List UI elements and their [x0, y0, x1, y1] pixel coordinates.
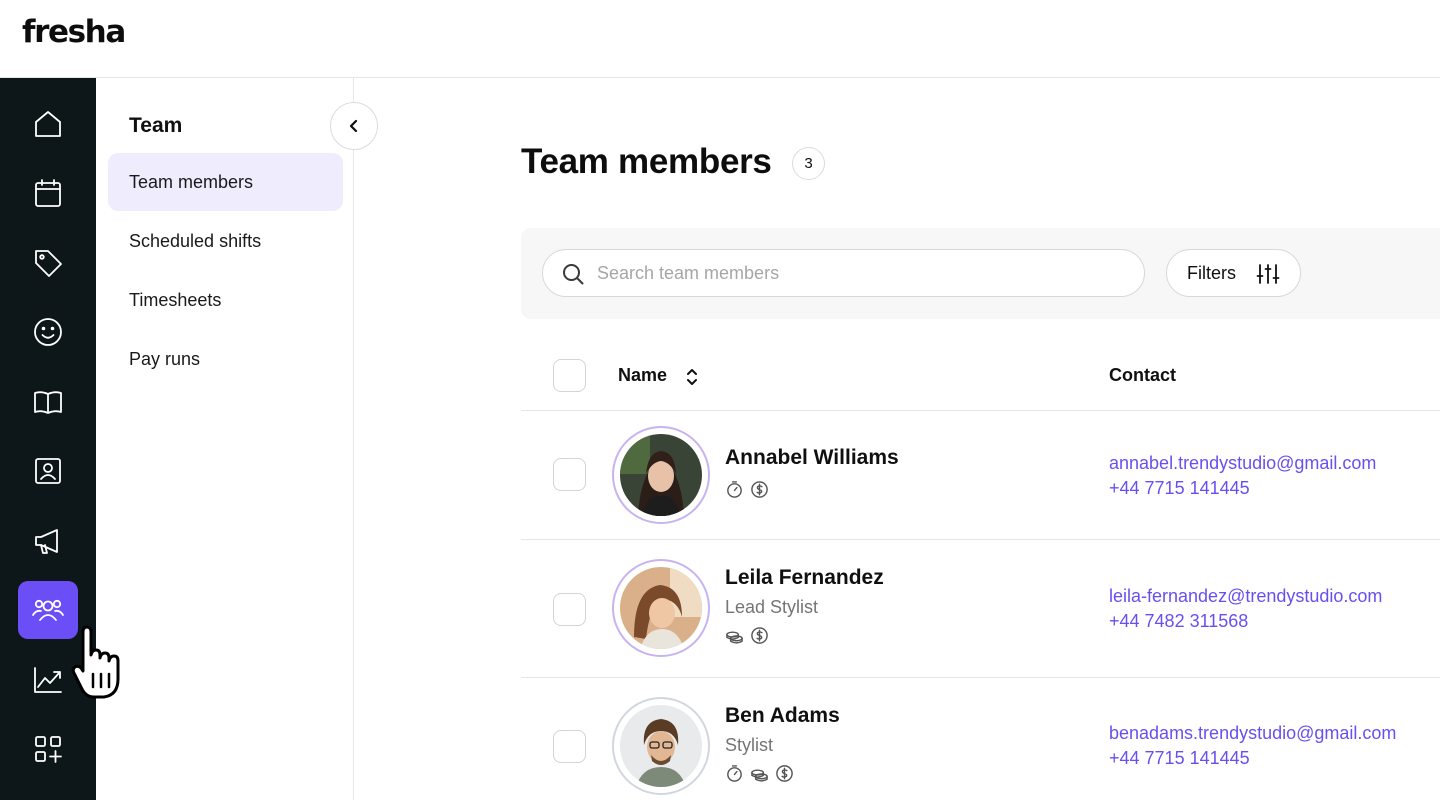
avatar-photo — [620, 567, 702, 649]
member-role: Stylist — [725, 735, 774, 755]
avatar-photo — [620, 705, 702, 787]
toolbar: Filters — [521, 228, 1440, 319]
contact-card-icon — [35, 458, 61, 484]
filters-button[interactable]: Filters — [1166, 249, 1301, 297]
row-checkbox[interactable] — [553, 730, 586, 763]
search-icon — [563, 264, 584, 285]
nav-clients-button[interactable] — [18, 303, 78, 361]
avatar — [612, 559, 710, 657]
chevron-left-icon — [349, 119, 358, 133]
nav-marketing-button[interactable] — [18, 512, 78, 570]
table-header: Name Contact — [521, 340, 1440, 411]
member-name[interactable]: Annabel Williams — [725, 446, 899, 470]
megaphone-icon — [35, 529, 58, 554]
home-icon — [35, 111, 61, 137]
nav-sales-button[interactable] — [18, 234, 78, 292]
subnav-item-label: Timesheets — [129, 289, 222, 310]
timer-icon — [727, 765, 742, 782]
hand-cursor-icon — [71, 625, 120, 699]
subnav-item-label: Team members — [129, 171, 254, 192]
avatar-photo — [620, 434, 702, 516]
chart-icon — [34, 667, 62, 693]
row-checkbox[interactable] — [553, 593, 586, 626]
collapse-sidebar-button[interactable] — [330, 102, 378, 150]
table-row[interactable]: Leila Fernandez Lead Stylist leila-ferna… — [521, 540, 1440, 678]
subnav-item-pay-runs[interactable]: Pay runs — [108, 330, 343, 388]
tag-icon — [35, 250, 62, 277]
sort-icon[interactable] — [683, 366, 701, 388]
calendar-icon — [35, 179, 61, 207]
select-all-checkbox[interactable] — [553, 359, 586, 392]
table-row[interactable]: Annabel Williams annabel.trendystudio@gm… — [521, 411, 1440, 540]
nav-contacts-button[interactable] — [18, 442, 78, 500]
sliders-icon — [1256, 264, 1280, 284]
apps-add-icon — [35, 736, 62, 763]
subnav-item-label: Scheduled shifts — [129, 230, 262, 251]
table-row[interactable]: Ben Adams Stylist benadams.trendystudio@… — [521, 678, 1440, 800]
member-role: Lead Stylist — [725, 597, 819, 617]
member-phone[interactable]: +44 7715 141445 — [1109, 748, 1250, 769]
page-title: Team members — [521, 142, 772, 181]
subnav-item-timesheets[interactable]: Timesheets — [108, 271, 343, 329]
search-input[interactable] — [597, 250, 1127, 296]
search-box[interactable] — [542, 249, 1145, 297]
coins-icon — [751, 769, 768, 782]
member-email[interactable]: annabel.trendystudio@gmail.com — [1109, 453, 1376, 474]
coins-icon — [726, 631, 743, 644]
nav-add-ons-button[interactable] — [18, 720, 78, 778]
member-name[interactable]: Ben Adams — [725, 704, 840, 728]
subnav-item-scheduled-shifts[interactable]: Scheduled shifts — [108, 212, 343, 270]
dollar-icon — [776, 765, 793, 782]
member-name[interactable]: Leila Fernandez — [725, 566, 884, 590]
member-email[interactable]: leila-fernandez@trendystudio.com — [1109, 586, 1382, 607]
subnav-item-label: Pay runs — [129, 348, 201, 369]
nav-catalog-button[interactable] — [18, 373, 78, 431]
member-badges — [725, 480, 769, 499]
nav-calendar-button[interactable] — [18, 164, 78, 222]
avatar — [612, 426, 710, 524]
member-phone[interactable]: +44 7715 141445 — [1109, 478, 1250, 499]
nav-home-button[interactable] — [18, 95, 78, 153]
top-bar: fresha — [0, 0, 1440, 78]
member-badges — [725, 764, 794, 783]
team-icon — [32, 599, 64, 621]
dollar-icon — [751, 481, 768, 498]
filters-label: Filters — [1187, 262, 1236, 283]
column-header-contact: Contact — [1109, 365, 1176, 385]
smiley-icon — [34, 318, 62, 346]
book-icon — [34, 391, 62, 414]
subnav-item-team-members[interactable]: Team members — [108, 153, 343, 211]
member-count-badge: 3 — [792, 147, 825, 180]
member-badges — [725, 626, 769, 645]
fresha-logo[interactable]: fresha — [22, 14, 126, 50]
subnav-title: Team — [129, 114, 183, 137]
timer-icon — [727, 481, 742, 498]
member-phone[interactable]: +44 7482 311568 — [1109, 611, 1248, 632]
member-email[interactable]: benadams.trendystudio@gmail.com — [1109, 723, 1396, 744]
row-checkbox[interactable] — [553, 458, 586, 491]
dollar-icon — [751, 627, 768, 644]
column-header-name[interactable]: Name — [618, 365, 667, 386]
avatar — [612, 697, 710, 795]
